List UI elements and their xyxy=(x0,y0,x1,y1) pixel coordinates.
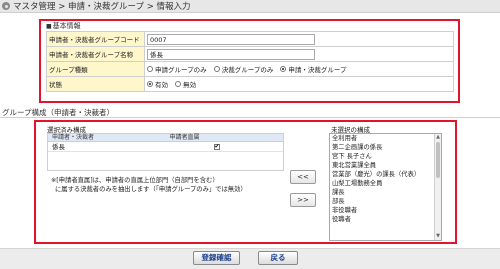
list-item[interactable]: 非役職者 xyxy=(330,206,441,215)
status-label: 状態 xyxy=(46,76,145,92)
list-item[interactable]: 課長 xyxy=(330,188,441,197)
note: ※[申請者直属]は、申請者の直属上位部門（自部門を含む） に属する決裁者のみを抽… xyxy=(51,176,286,194)
col-direct: 申請者直属 xyxy=(169,134,200,141)
unselected-listbox[interactable]: 全利用者 第二企画課の係長 宮下 長子さん 東北営業課全員 営業部（慶光）の課長… xyxy=(329,133,442,241)
list-item[interactable]: 全利用者 xyxy=(330,134,441,143)
name-row: 申請者・決裁者グループ名称 係長 xyxy=(46,46,454,62)
list-item[interactable]: 部長 xyxy=(330,197,441,206)
list-item[interactable]: 第二企画課の係長 xyxy=(330,143,441,152)
member-name: 係長 xyxy=(52,143,65,151)
listbox-scrollbar[interactable]: ▲ ▼ xyxy=(434,134,441,240)
table-row[interactable]: 係長 xyxy=(48,142,283,152)
code-row: 申請者・決裁者グループコード 0007 xyxy=(46,31,454,47)
breadcrumb: マスタ管理 > 申請・決裁グループ > 情報入力 xyxy=(0,0,500,13)
selected-table: 申請者・決裁者 申請者直属 係長 xyxy=(47,133,284,171)
list-item[interactable]: 山梨工場勤務全員 xyxy=(330,179,441,188)
radio-selected-icon xyxy=(147,81,153,87)
scroll-thumb[interactable] xyxy=(436,142,440,178)
radio-icon xyxy=(213,66,220,72)
basic-info-form: 申請者・決裁者グループコード 0007 申請者・決裁者グループ名称 係長 グルー… xyxy=(46,31,454,92)
group-code-input[interactable]: 0007 xyxy=(147,33,315,45)
radio-apply-approve[interactable]: 申請・決裁グループ xyxy=(280,64,347,74)
note-line-2: に属する決裁者のみを抽出します（「申請グループのみ」では無効） xyxy=(55,186,247,193)
radio-approve-only[interactable]: 決裁グループのみ xyxy=(213,64,273,74)
radio-selected-icon xyxy=(280,66,287,72)
radio-icon xyxy=(175,81,182,87)
group-name-input[interactable]: 係長 xyxy=(147,48,315,60)
footer-bar xyxy=(0,248,500,269)
back-button[interactable]: 戻る xyxy=(258,251,298,265)
kind-label: グループ種類 xyxy=(46,61,145,77)
breadcrumb-text: マスタ管理 > 申請・決裁グループ > 情報入力 xyxy=(13,2,191,12)
code-label: 申請者・決裁者グループコード xyxy=(46,31,145,47)
group-section-title: グループ構成（申請者・決裁者） xyxy=(0,107,500,118)
radio-active[interactable]: 有効 xyxy=(147,79,168,89)
list-item[interactable]: 営業部（慶光）の課長（代表） xyxy=(330,170,441,179)
kind-row: グループ種類 申請グループのみ 決裁グループのみ 申請・決裁グループ xyxy=(46,61,454,77)
status-row: 状態 有効 無効 xyxy=(46,76,454,92)
confirm-button[interactable]: 登録確認 xyxy=(193,251,240,265)
scroll-up-icon[interactable]: ▲ xyxy=(435,134,441,141)
radio-inactive[interactable]: 無効 xyxy=(175,79,196,89)
list-item[interactable]: 宮下 長子さん xyxy=(330,152,441,161)
gear-icon xyxy=(2,2,10,10)
scroll-down-icon[interactable]: ▼ xyxy=(435,233,441,240)
col-member: 申請者・決裁者 xyxy=(52,134,95,141)
list-item[interactable]: 東北営業課全員 xyxy=(330,161,441,170)
radio-icon xyxy=(147,66,153,72)
move-left-button[interactable]: << xyxy=(290,170,316,184)
basic-info-title: 基本情報 xyxy=(46,21,81,31)
direct-checkbox[interactable] xyxy=(213,142,220,152)
radio-apply-only[interactable]: 申請グループのみ xyxy=(147,64,207,74)
move-right-button[interactable]: >> xyxy=(290,193,316,207)
table-header: 申請者・決裁者 申請者直属 xyxy=(48,134,283,142)
name-label: 申請者・決裁者グループ名称 xyxy=(46,46,145,62)
note-line-1: ※[申請者直属]は、申請者の直属上位部門（自部門を含む） xyxy=(51,177,219,184)
list-item[interactable]: 役職者 xyxy=(330,215,441,224)
